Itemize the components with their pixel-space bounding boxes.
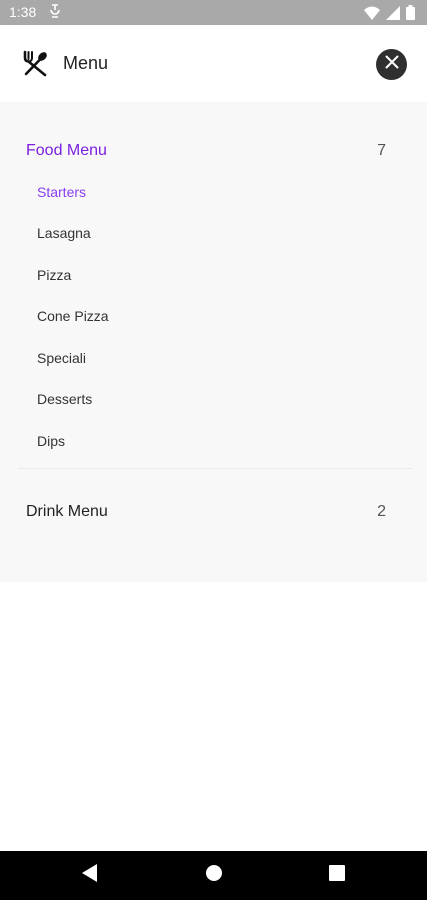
back-icon xyxy=(82,864,98,887)
category-count: 7 xyxy=(377,142,386,159)
menu-item-speciali[interactable]: Speciali xyxy=(37,350,86,366)
category-label: Food Menu xyxy=(26,142,107,159)
close-button[interactable] xyxy=(376,49,407,80)
sync-icon xyxy=(49,3,61,22)
menu-panel: Food Menu 7 Starters Lasagna Pizza Cone … xyxy=(0,102,427,582)
home-icon xyxy=(205,864,223,887)
status-icons xyxy=(364,5,415,23)
signal-icon xyxy=(386,5,400,23)
menu-item-pizza[interactable]: Pizza xyxy=(37,267,71,283)
menu-item-starters[interactable]: Starters xyxy=(37,184,86,200)
back-button[interactable] xyxy=(60,851,120,900)
drawer-title: Menu xyxy=(63,53,109,73)
home-button[interactable] xyxy=(184,851,244,900)
menu-item-dips[interactable]: Dips xyxy=(37,433,65,449)
category-count: 2 xyxy=(377,503,386,520)
menu-item-desserts[interactable]: Desserts xyxy=(37,391,92,407)
status-bar: 1:38 xyxy=(0,0,427,25)
recents-button[interactable] xyxy=(307,851,367,900)
divider xyxy=(18,468,412,469)
menu-item-cone-pizza[interactable]: Cone Pizza xyxy=(37,308,109,324)
utensils-icon xyxy=(22,50,50,78)
recents-icon xyxy=(329,865,345,886)
system-nav-bar xyxy=(0,851,427,900)
screen: 1:38 Menu Food Menu 7 Starters Lasagna P… xyxy=(0,0,427,900)
drawer-header: Menu xyxy=(0,25,427,102)
close-icon xyxy=(385,55,399,74)
category-food-menu[interactable]: Food Menu 7 xyxy=(0,130,427,170)
menu-item-lasagna[interactable]: Lasagna xyxy=(37,225,91,241)
category-drink-menu[interactable]: Drink Menu 2 xyxy=(0,491,427,531)
status-time: 1:38 xyxy=(9,4,37,20)
category-label: Drink Menu xyxy=(26,503,108,520)
battery-icon xyxy=(406,5,415,23)
wifi-icon xyxy=(364,6,380,23)
